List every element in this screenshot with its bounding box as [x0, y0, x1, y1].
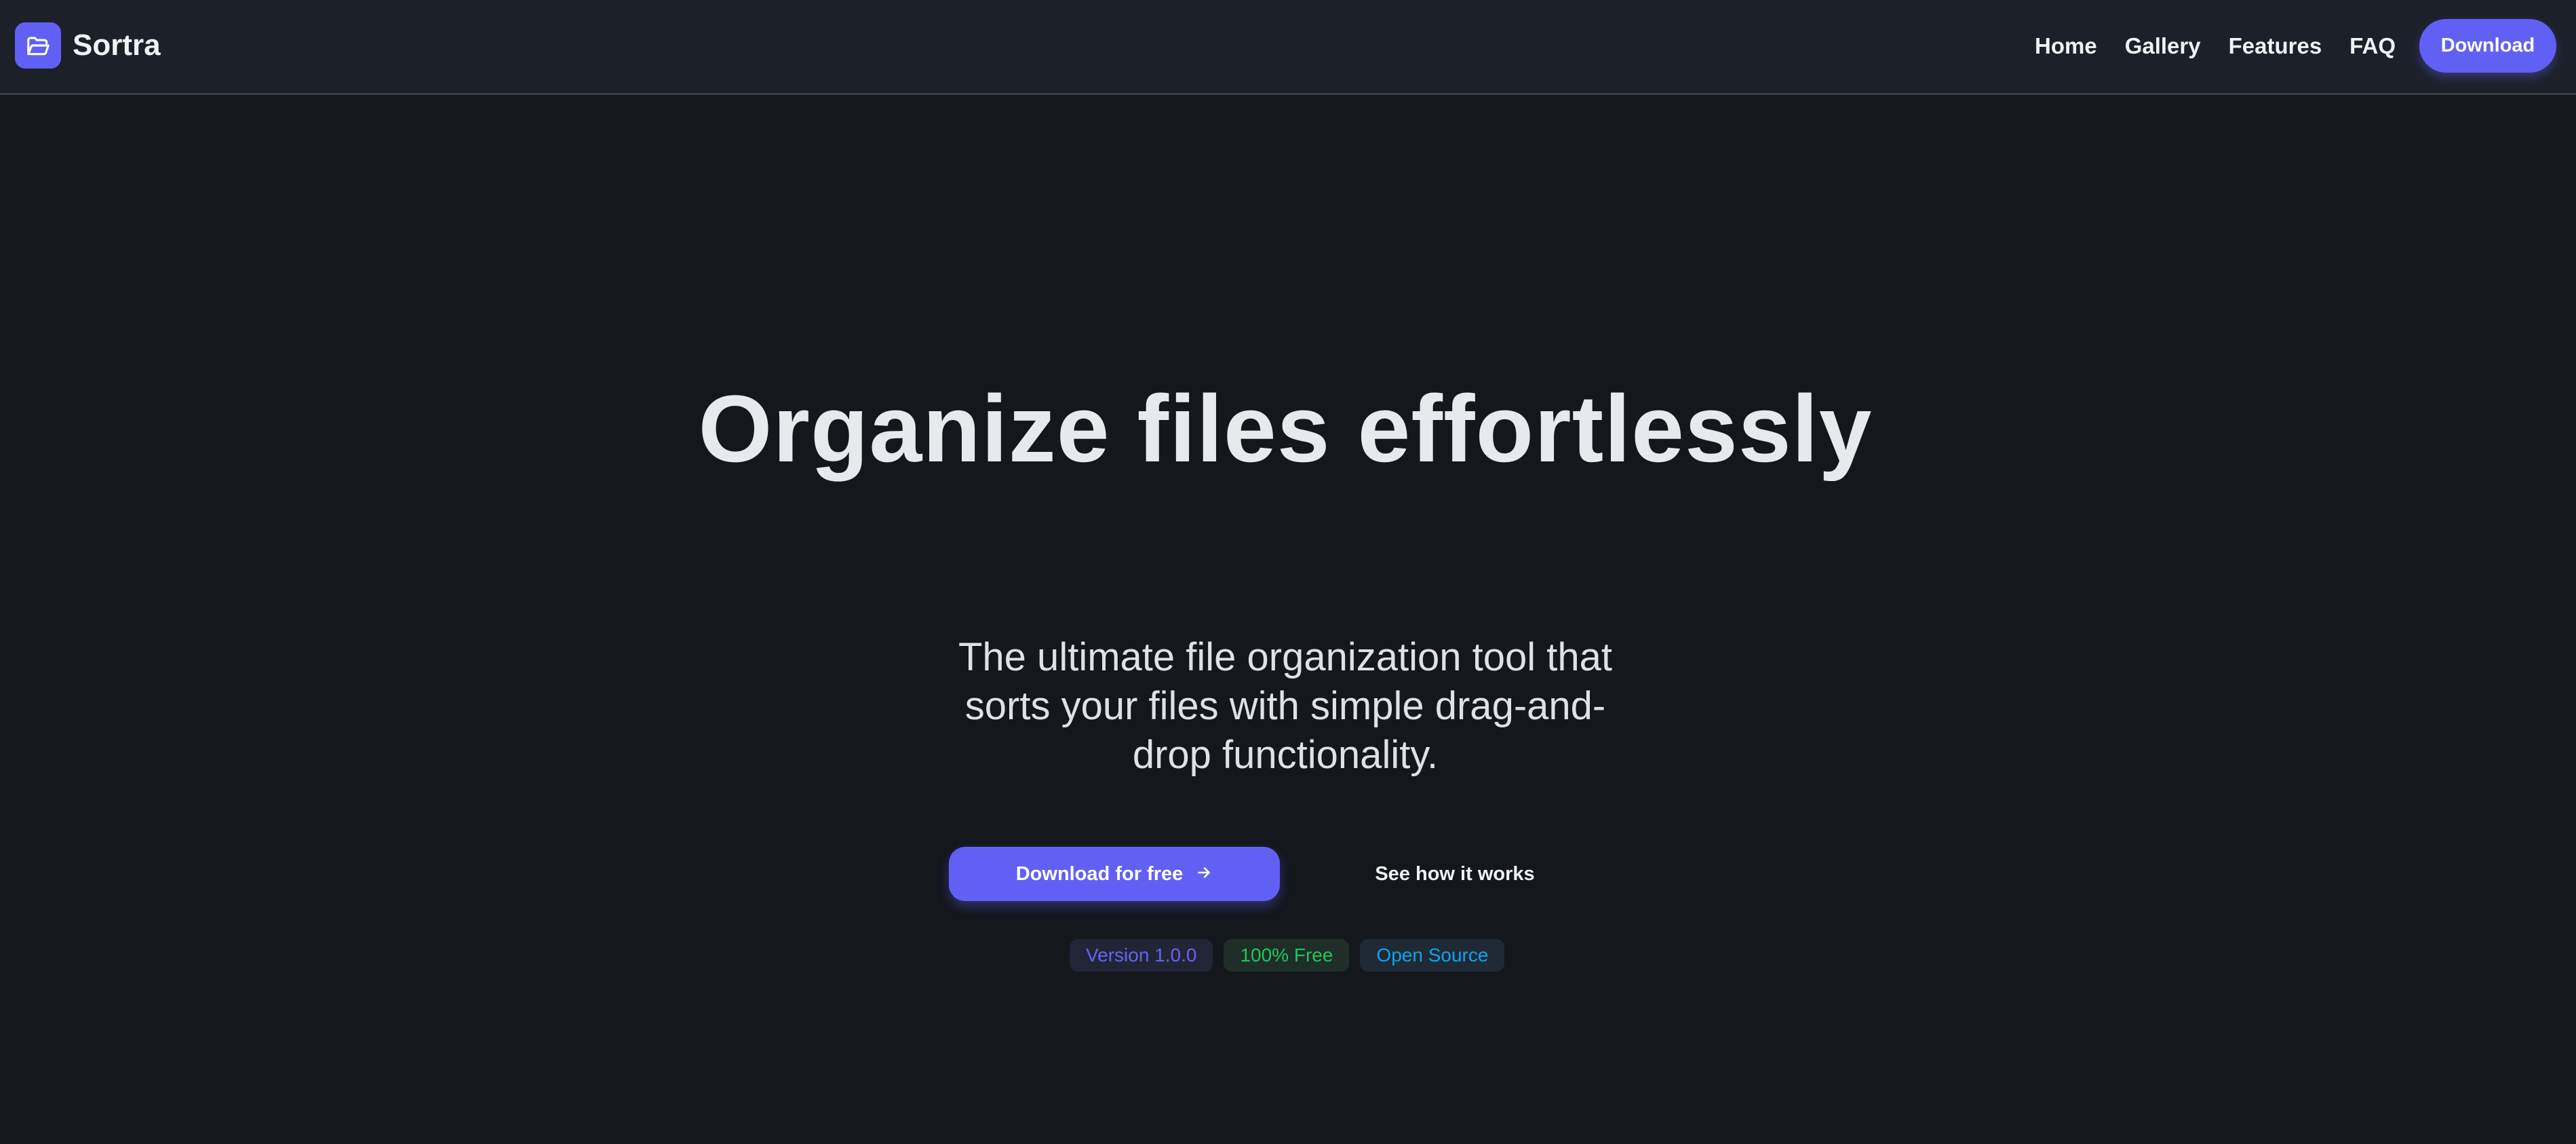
- download-for-free-button[interactable]: Download for free: [949, 847, 1280, 901]
- folder-open-icon: [15, 22, 61, 69]
- download-for-free-label: Download for free: [1015, 862, 1184, 885]
- brand[interactable]: Sortra: [15, 22, 161, 69]
- nav-gallery-link[interactable]: Gallery: [2125, 33, 2201, 59]
- main-nav: Home Gallery Features FAQ: [2035, 0, 2423, 92]
- navbar: Sortra Home Gallery Features FAQ Downloa…: [0, 0, 2576, 95]
- badge-row: Version 1.0.0 100% Free Open Source: [1070, 939, 1515, 972]
- nav-download-button[interactable]: Download: [2419, 19, 2556, 73]
- hero-title: Organize files effortlessly: [698, 375, 1873, 482]
- nav-home-link[interactable]: Home: [2035, 33, 2097, 59]
- nav-faq-link[interactable]: FAQ: [2349, 33, 2396, 59]
- see-how-it-works-button[interactable]: See how it works: [1329, 847, 1580, 901]
- arrow-right-icon: [1195, 862, 1213, 887]
- brand-name: Sortra: [73, 28, 161, 62]
- free-badge: 100% Free: [1224, 939, 1350, 972]
- hero-subtitle: The ultimate file organization tool that…: [958, 635, 1612, 777]
- open-source-badge: Open Source: [1360, 939, 1505, 972]
- version-badge: Version 1.0.0: [1070, 939, 1213, 972]
- nav-features-link[interactable]: Features: [2229, 33, 2322, 59]
